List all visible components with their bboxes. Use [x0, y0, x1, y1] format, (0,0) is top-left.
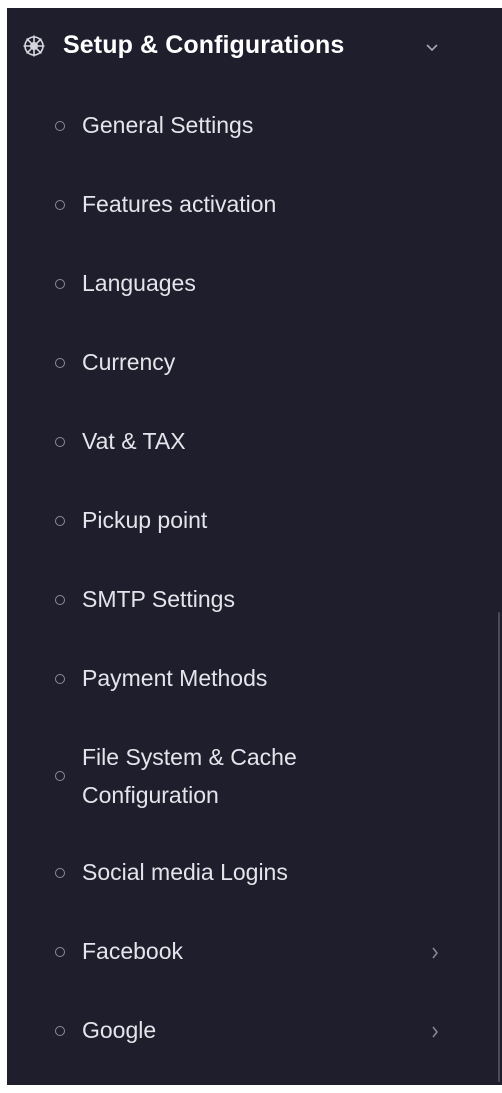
circle-bullet-icon: [55, 868, 65, 878]
menu-item-google[interactable]: Google: [7, 993, 502, 1072]
circle-bullet-icon: [55, 947, 65, 957]
menu-item-general-settings[interactable]: General Settings: [7, 88, 502, 167]
menu-item-label: Facebook: [82, 938, 184, 964]
submenu-list: General Settings Features activation Lan…: [7, 88, 502, 1072]
menu-item-vat-tax[interactable]: Vat & TAX: [7, 404, 502, 483]
circle-bullet-icon: [55, 358, 65, 368]
menu-item-file-system-cache[interactable]: File System & Cache Configuration: [7, 720, 502, 835]
menu-item-label: Languages: [82, 270, 196, 296]
circle-bullet-icon: [55, 279, 65, 289]
menu-item-label: SMTP Settings: [82, 586, 235, 612]
sidebar: Setup & Configurations General Settings …: [7, 8, 502, 1085]
menu-item-languages[interactable]: Languages: [7, 246, 502, 325]
menu-item-label: Vat & TAX: [82, 428, 186, 454]
menu-item-payment-methods[interactable]: Payment Methods: [7, 641, 502, 720]
circle-bullet-icon: [55, 674, 65, 684]
menu-item-facebook[interactable]: Facebook: [7, 914, 502, 993]
circle-bullet-icon: [55, 200, 65, 210]
menu-item-social-media-logins[interactable]: Social media Logins: [7, 835, 502, 914]
menu-item-pickup-point[interactable]: Pickup point: [7, 483, 502, 562]
menu-item-label: Pickup point: [82, 507, 208, 533]
circle-bullet-icon: [55, 437, 65, 447]
setup-configurations-header[interactable]: Setup & Configurations: [7, 20, 502, 72]
chevron-down-icon: [426, 44, 438, 52]
menu-item-label: Currency: [82, 349, 176, 375]
menu-item-label: Payment Methods: [82, 665, 268, 691]
menu-item-currency[interactable]: Currency: [7, 325, 502, 404]
scrollbar[interactable]: [498, 612, 500, 1082]
menu-item-smtp-settings[interactable]: SMTP Settings: [7, 562, 502, 641]
menu-item-label: Social media Logins: [82, 859, 288, 885]
circle-bullet-icon: [55, 595, 65, 605]
menu-item-label: File System & Cache Configuration: [82, 744, 297, 808]
menu-item-label: Google: [82, 1017, 157, 1043]
circle-bullet-icon: [55, 121, 65, 131]
gear-icon: [23, 35, 45, 57]
menu-item-features-activation[interactable]: Features activation: [7, 167, 502, 246]
chevron-right-icon: [432, 947, 438, 959]
circle-bullet-icon: [55, 771, 65, 781]
chevron-right-icon: [432, 1026, 438, 1038]
menu-item-label: Features activation: [82, 191, 277, 217]
menu-item-label: General Settings: [82, 112, 254, 138]
circle-bullet-icon: [55, 1026, 65, 1036]
circle-bullet-icon: [55, 516, 65, 526]
section-title: Setup & Configurations: [63, 31, 345, 59]
